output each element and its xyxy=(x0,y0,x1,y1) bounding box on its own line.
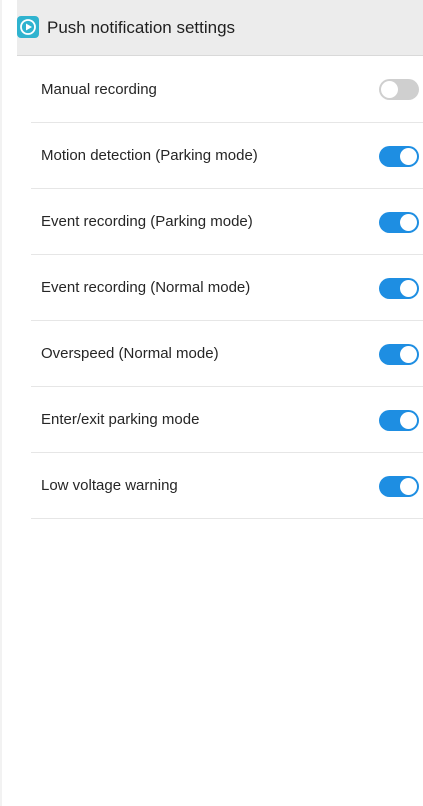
setting-row-low-voltage[interactable]: Low voltage warning xyxy=(31,453,423,519)
toggle-knob xyxy=(400,213,417,231)
setting-label: Overspeed (Normal mode) xyxy=(41,345,219,362)
page-title: Push notification settings xyxy=(47,18,236,37)
title-bar: Push notification settings xyxy=(17,0,423,56)
low-voltage-toggle[interactable] xyxy=(379,475,419,497)
event-recording-normal-toggle[interactable] xyxy=(379,277,419,299)
screen-edge xyxy=(0,0,2,806)
setting-row-overspeed[interactable]: Overspeed (Normal mode) xyxy=(31,321,423,387)
motion-detection-toggle[interactable] xyxy=(379,145,419,167)
setting-label: Event recording (Parking mode) xyxy=(41,213,253,230)
setting-row-event-recording-parking[interactable]: Event recording (Parking mode) xyxy=(31,189,423,255)
parking-mode-toggle[interactable] xyxy=(379,409,419,431)
setting-row-event-recording-normal[interactable]: Event recording (Normal mode) xyxy=(31,255,423,321)
toggle-knob xyxy=(381,81,398,98)
setting-label: Enter/exit parking mode xyxy=(41,411,200,428)
toggle-knob xyxy=(400,345,417,363)
setting-row-motion-detection[interactable]: Motion detection (Parking mode) xyxy=(31,123,423,189)
setting-label: Low voltage warning xyxy=(41,477,178,494)
setting-row-parking-mode[interactable]: Enter/exit parking mode xyxy=(31,387,423,453)
manual-recording-toggle[interactable] xyxy=(379,79,419,100)
toggle-knob xyxy=(400,279,417,297)
setting-row-manual-recording[interactable]: Manual recording xyxy=(31,56,423,123)
setting-label: Event recording (Normal mode) xyxy=(41,279,251,296)
settings-list: Manual recording Motion detection (Parki… xyxy=(31,56,423,519)
app-logo-icon xyxy=(17,16,39,38)
toggle-knob xyxy=(400,477,417,495)
setting-label: Manual recording xyxy=(41,80,157,98)
toggle-knob xyxy=(400,411,417,429)
overspeed-toggle[interactable] xyxy=(379,343,419,365)
event-recording-parking-toggle[interactable] xyxy=(379,211,419,233)
toggle-knob xyxy=(400,147,417,165)
setting-label: Motion detection (Parking mode) xyxy=(41,147,258,164)
